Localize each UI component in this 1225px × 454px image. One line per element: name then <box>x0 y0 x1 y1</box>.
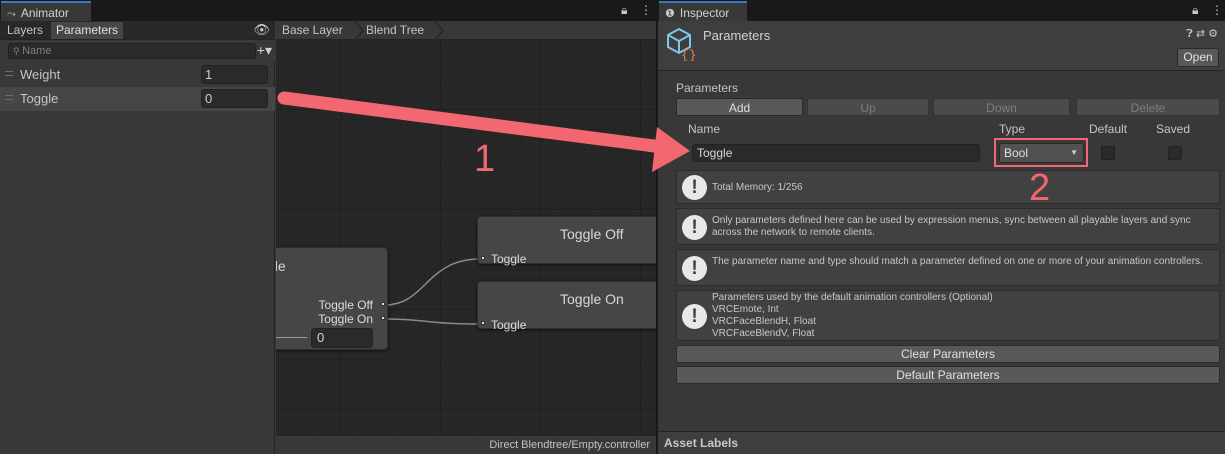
annotation-step-1: 1 <box>474 138 496 180</box>
default-checkbox[interactable] <box>1101 146 1115 160</box>
help-box-memory: ! Total Memory: 1/256 <box>676 170 1220 204</box>
help-text: Parameters used by the default animation… <box>712 292 993 339</box>
node-parameter-label: Toggle <box>491 252 527 266</box>
open-button[interactable]: Open <box>1177 48 1219 67</box>
parameter-value-field[interactable]: 1 <box>201 65 268 84</box>
input-port[interactable] <box>481 321 485 325</box>
asset-labels-bar[interactable]: Asset Labels <box>658 431 1225 454</box>
eye-icon[interactable]: 👁 <box>253 22 270 38</box>
lock-icon[interactable]: 🔒︎ <box>1192 3 1198 18</box>
default-parameters-button[interactable]: Default Parameters <box>676 366 1220 384</box>
down-button[interactable]: Down <box>933 98 1070 116</box>
search-row: ⚲ Name +▾ <box>0 41 275 61</box>
parameter-name-field[interactable]: Toggle <box>692 144 980 162</box>
animator-tab-bar: ⤳ Animator 🔒︎ ⋮ <box>0 0 656 21</box>
help-box-defaults: ! Parameters used by the default animati… <box>676 290 1220 341</box>
add-parameter-button[interactable]: +▾ <box>257 42 272 59</box>
saved-checkbox[interactable] <box>1168 146 1182 160</box>
column-saved: Saved <box>1156 122 1191 136</box>
inspector-tab[interactable]: ❶ Inspector <box>659 1 747 21</box>
highlight-box <box>994 138 1088 167</box>
node-title: Toggle Off <box>560 226 624 242</box>
search-input[interactable]: ⚲ Name <box>8 43 256 59</box>
controller-path: Direct Blendtree/Empty.controller <box>489 439 650 451</box>
inspector-tab-label: Inspector <box>679 6 730 20</box>
asset-title: Parameters <box>703 28 771 43</box>
drag-handle-icon[interactable] <box>5 95 13 100</box>
help-box-match: ! The parameter name and type should mat… <box>676 249 1220 286</box>
help-icon[interactable]: ❓︎ <box>1186 28 1196 40</box>
kebab-menu-icon[interactable]: ⋮ <box>640 3 652 17</box>
parameter-row-weight[interactable]: Weight 1 <box>0 63 275 87</box>
parameter-name: Weight <box>20 67 61 82</box>
info-alert-icon: ! <box>682 256 707 281</box>
help-box-sync: ! Only parameters defined here can be us… <box>676 208 1220 245</box>
section-label: Parameters <box>676 81 739 95</box>
lock-icon[interactable]: 🔒︎ <box>621 3 627 18</box>
annotation-step-2: 2 <box>1029 167 1051 209</box>
graph-footer: Direct Blendtree/Empty.controller <box>276 435 656 454</box>
delete-button[interactable]: Delete <box>1076 98 1220 116</box>
animator-subtabs: Layers Parameters 👁 <box>0 21 275 40</box>
motion-node-toggle-on[interactable]: Toggle On Toggle <box>477 281 656 332</box>
input-port[interactable] <box>481 256 485 260</box>
animator-window: ⤳ Animator 🔒︎ ⋮ Layers Parameters 👁 ⚲ Nam… <box>0 0 656 454</box>
node-title: Toggle On <box>560 291 624 307</box>
blend-value-field[interactable]: 0 <box>311 328 373 348</box>
up-button[interactable]: Up <box>807 98 929 116</box>
search-placeholder: Name <box>22 45 52 57</box>
column-default: Default <box>1089 122 1128 136</box>
search-icon: ⚲ <box>13 46 23 56</box>
slider-track[interactable] <box>276 337 307 338</box>
gear-icon[interactable]: ⚙ <box>1208 28 1221 40</box>
help-text: Only parameters defined here can be used… <box>712 215 1191 238</box>
output-port[interactable] <box>381 302 385 306</box>
node-title: gle <box>276 258 286 274</box>
info-icon: ❶ <box>665 8 675 20</box>
output-label: Toggle On <box>318 312 373 326</box>
animator-tab-label: Animator <box>20 6 69 20</box>
add-button[interactable]: Add <box>676 98 803 116</box>
parameter-value-field[interactable]: 0 <box>201 89 268 108</box>
info-alert-icon: ! <box>682 215 707 240</box>
clear-parameters-button[interactable]: Clear Parameters <box>676 345 1220 363</box>
tab-parameters[interactable]: Parameters <box>51 22 124 39</box>
output-label: Toggle Off <box>318 298 373 312</box>
drag-handle-icon[interactable] <box>5 71 13 76</box>
kebab-menu-icon[interactable]: ⋮ <box>1211 3 1223 17</box>
inspector-header: {} Parameters ❓︎⇄⚙ Open <box>658 21 1225 71</box>
motion-node-toggle-off[interactable]: Toggle Off Toggle <box>477 216 656 266</box>
info-alert-icon: ! <box>682 304 707 329</box>
inspector-window: ❶ Inspector 🔒︎ ⋮ {} Parameters ❓︎⇄⚙ Open … <box>658 0 1225 454</box>
svg-text:{}: {} <box>681 48 697 61</box>
blend-tree-graph[interactable]: Base Layer Blend Tree gle Toggle Off Tog… <box>276 21 656 454</box>
parameter-row-toggle[interactable]: Toggle 0 <box>0 87 275 111</box>
animator-tab[interactable]: ⤳ Animator <box>1 1 91 21</box>
animator-icon: ⤳ <box>7 8 16 20</box>
node-parameter-label: Toggle <box>491 318 527 332</box>
blend-tree-node[interactable]: gle Toggle Off Toggle On 0 <box>276 247 388 350</box>
info-alert-icon: ! <box>682 175 707 200</box>
help-text: Total Memory: 1/256 <box>712 182 803 193</box>
column-type: Type <box>999 122 1026 136</box>
header-icons: ❓︎⇄⚙ <box>1186 27 1221 41</box>
help-text: The parameter name and type should match… <box>712 256 1203 267</box>
parameters-panel: Layers Parameters 👁 ⚲ Name +▾ Weight 1 T… <box>0 21 275 454</box>
asset-labels-title: Asset Labels <box>664 436 739 450</box>
output-port[interactable] <box>381 316 385 320</box>
tab-layers[interactable]: Layers <box>2 22 48 39</box>
parameter-name: Toggle <box>20 91 59 106</box>
column-name: Name <box>688 122 721 136</box>
preset-icon[interactable]: ⇄ <box>1196 28 1208 40</box>
parameters-asset-icon: {} <box>667 27 697 61</box>
inspector-tab-bar: ❶ Inspector 🔒︎ ⋮ <box>658 0 1225 21</box>
